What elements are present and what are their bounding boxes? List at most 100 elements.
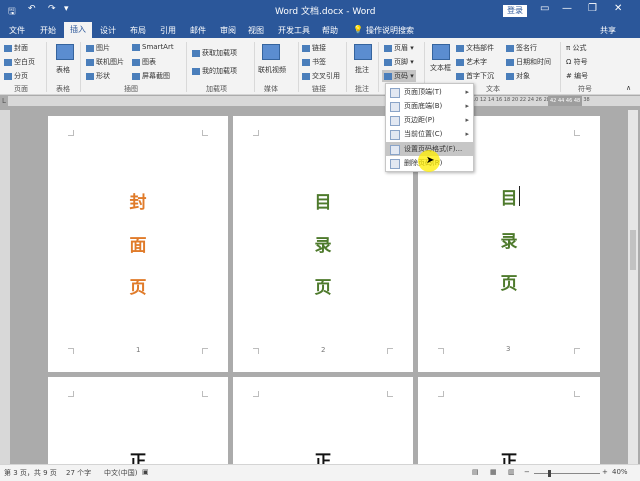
tab-developer[interactable]: 开发工具: [278, 25, 310, 36]
undo-icon[interactable]: ↶: [28, 4, 36, 14]
drop-cap-button[interactable]: 首字下沉: [456, 71, 494, 81]
margin-corner: [253, 130, 259, 136]
macro-icon[interactable]: ▣: [142, 468, 149, 476]
cover-page-button[interactable]: 封面: [4, 43, 28, 53]
group-label-media: 媒体: [264, 85, 278, 93]
group-separator: [378, 42, 379, 92]
web-layout-icon[interactable]: ▥: [508, 468, 515, 476]
menu-item-top-of-page[interactable]: 页面顶端(T) ▸: [386, 85, 473, 99]
store-icon: [192, 49, 200, 57]
comment-button[interactable]: 批注: [355, 65, 369, 75]
login-button[interactable]: 登录: [503, 5, 527, 17]
page-3-char-2: 录: [500, 232, 518, 252]
table-button[interactable]: 表格: [56, 65, 70, 75]
restore-button[interactable]: ❐: [588, 3, 597, 14]
word-count[interactable]: 27 个字: [66, 468, 91, 478]
group-separator: [254, 42, 255, 92]
page-number-label: 2: [321, 346, 326, 354]
tab-insert[interactable]: 插入: [64, 22, 92, 38]
menu-item-bottom-of-page[interactable]: 页面底端(B) ▸: [386, 99, 473, 113]
get-addins-button[interactable]: 获取加载项: [192, 48, 237, 58]
quick-parts-button[interactable]: 文档部件: [456, 43, 494, 53]
date-time-button[interactable]: 日期和时间: [506, 57, 551, 67]
chart-button[interactable]: 图表: [132, 57, 156, 67]
symbol-button[interactable]: Ω 符号: [566, 57, 588, 67]
horizontal-ruler[interactable]: 10 12 14 16 18 20 22 24 26 28 30 32 34 3…: [8, 96, 640, 106]
vertical-ruler[interactable]: [0, 110, 10, 470]
footer-button[interactable]: 页脚 ▾: [384, 57, 414, 67]
menu-item-page-margins[interactable]: 页边距(P) ▸: [386, 113, 473, 127]
equation-button[interactable]: π 公式: [566, 43, 586, 53]
page-count[interactable]: 第 3 页，共 9 页: [4, 468, 57, 478]
zoom-slider[interactable]: [534, 470, 600, 477]
page-break-button[interactable]: 分页: [4, 71, 28, 81]
my-addins-button[interactable]: 我的加载项: [192, 66, 237, 76]
blank-page-button[interactable]: 空白页: [4, 57, 35, 67]
save-icon[interactable]: 🖫: [8, 4, 16, 20]
textbox-button[interactable]: 文本框: [430, 63, 451, 73]
signature-line-button[interactable]: 签名行: [506, 43, 537, 53]
ruler-indent-marker[interactable]: 42 44 46 48: [548, 96, 583, 106]
minimize-button[interactable]: —: [562, 3, 572, 14]
margin-corner: [68, 348, 74, 354]
bookmark-button[interactable]: 书签: [302, 57, 326, 67]
tell-me-search[interactable]: 操作说明搜索: [366, 25, 414, 36]
header-button[interactable]: 页眉 ▾: [384, 43, 414, 53]
group-label-comments: 批注: [355, 85, 369, 93]
redo-icon[interactable]: ↷: [48, 4, 56, 14]
chart-icon: [132, 58, 140, 66]
page-5[interactable]: 正: [233, 377, 413, 464]
tab-selector-icon[interactable]: L: [2, 97, 6, 105]
screenshot-button[interactable]: 屏幕截图: [132, 71, 170, 81]
page-6[interactable]: 正: [418, 377, 600, 464]
tab-help[interactable]: 帮助: [322, 25, 338, 36]
group-separator: [560, 42, 561, 92]
margin-corner: [438, 391, 444, 397]
scrollbar-thumb[interactable]: [630, 230, 636, 270]
read-mode-icon[interactable]: ▤: [472, 468, 479, 476]
vertical-scrollbar[interactable]: [628, 110, 638, 464]
shapes-button[interactable]: 形状: [86, 71, 110, 81]
page-4[interactable]: 正: [48, 377, 228, 464]
object-icon: [506, 72, 514, 80]
page-break-icon: [4, 72, 12, 80]
mouse-pointer-icon: ➤: [426, 155, 435, 166]
title-bar: 🖫 ↶ ↷ ▾ Word 文档.docx - Word 登录 ▭ — ❐ ✕: [0, 0, 640, 22]
ribbon-options-icon[interactable]: ▭: [540, 3, 549, 14]
print-layout-icon[interactable]: ▦: [490, 468, 497, 476]
tab-design[interactable]: 设计: [100, 25, 116, 36]
close-button[interactable]: ✕: [614, 3, 622, 14]
tab-file[interactable]: 文件: [9, 25, 25, 36]
margin-corner: [68, 391, 74, 397]
share-button[interactable]: 共享: [600, 25, 616, 36]
zoom-slider-thumb[interactable]: [548, 470, 551, 477]
online-picture-button[interactable]: 联机图片: [86, 57, 124, 67]
number-button[interactable]: # 编号: [566, 71, 588, 81]
page-1[interactable]: 封 面 页 1: [48, 116, 228, 372]
tab-references[interactable]: 引用: [160, 25, 176, 36]
menu-item-current-position[interactable]: 当前位置(C) ▸: [386, 127, 473, 141]
collapse-ribbon-icon[interactable]: ∧: [626, 84, 631, 92]
page-number-button[interactable]: 页码 ▾: [382, 70, 416, 82]
link-button[interactable]: 链接: [302, 43, 326, 53]
top-of-page-icon: [390, 88, 400, 98]
submenu-arrow-icon: ▸: [465, 102, 469, 110]
language[interactable]: 中文(中国): [104, 468, 137, 478]
object-button[interactable]: 对象: [506, 71, 530, 81]
wordart-button[interactable]: 艺术字: [456, 57, 487, 67]
picture-button[interactable]: 图片: [86, 43, 110, 53]
tab-home[interactable]: 开始: [40, 25, 56, 36]
cross-reference-button[interactable]: 交叉引用: [302, 71, 340, 81]
margin-corner: [68, 130, 74, 136]
zoom-in-icon[interactable]: +: [602, 468, 608, 476]
tab-mailings[interactable]: 邮件: [190, 25, 206, 36]
tab-review[interactable]: 审阅: [220, 25, 236, 36]
tab-layout[interactable]: 布局: [130, 25, 146, 36]
shapes-icon: [86, 72, 94, 80]
tab-view[interactable]: 视图: [248, 25, 264, 36]
zoom-out-icon[interactable]: −: [524, 468, 530, 476]
customize-quick-access-icon[interactable]: ▾: [64, 4, 69, 14]
online-video-button[interactable]: 联机视频: [258, 65, 286, 75]
zoom-level[interactable]: 40%: [612, 468, 628, 476]
smartart-button[interactable]: SmartArt: [132, 43, 174, 51]
